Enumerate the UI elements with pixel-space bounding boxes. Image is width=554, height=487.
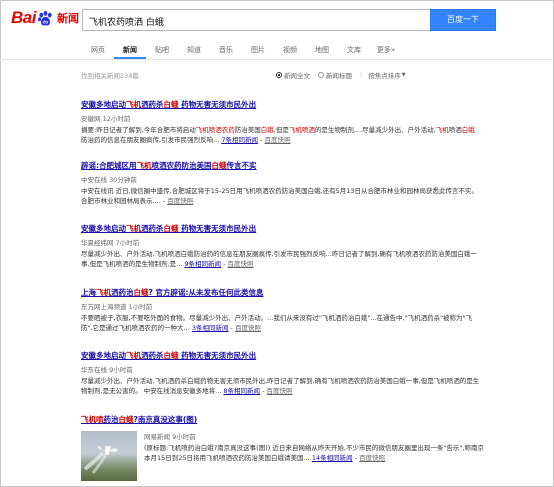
result-source: 东方网上海频道 1小时前 (81, 303, 153, 311)
result-abstract: 摘要:昨日记者了解到,今年合肥市将启动飞机喷洒农药防治美国白蛾,但是飞机喷洒的是… (81, 126, 475, 144)
tab-zhidao[interactable]: 知道 (178, 41, 210, 59)
news-result: 安徽多地启动飞机洒药杀白蛾 药物无害无须市民外出 华夏经纬网 7小时前 尽量减少… (81, 223, 481, 269)
same-news-link[interactable]: 3条相同新闻 (192, 324, 229, 332)
result-source: 华夏经纬网 7小时前 (81, 239, 140, 247)
logo-bai-text: Bai (11, 8, 36, 27)
svg-text:du: du (43, 19, 49, 24)
option-title[interactable]: 新闻标题 (318, 70, 352, 80)
option-full-text-label: 新闻全文 (284, 72, 310, 80)
tab-web[interactable]: 网页 (82, 41, 114, 59)
tab-images[interactable]: 图片 (242, 41, 274, 59)
result-abstract: 中安在线讯 近日,微信圈中盛传,合肥城区将于15-25日用飞机喷洒农药防治美国白… (81, 187, 479, 205)
snapshot-link[interactable]: 百度快照 (359, 454, 385, 462)
tab-wenku[interactable]: 文库 (338, 41, 370, 59)
result-abstract: (原标题:飞机喷药治白蛾?南京真没这事(图)) 近日来自网络从昨天开始,不少市民… (144, 444, 484, 462)
search-input[interactable]: 飞机农药喷洒 白蛾 (82, 9, 430, 31)
news-result: 安徽多地启动飞机洒药杀白蛾 药物无害无须市民外出 华东在线 9小时前 尽量减少外… (81, 350, 481, 396)
logo-news-text: 新闻 (56, 12, 79, 25)
news-result-title-row: 飞机喷药治白蛾?南京真没这事(图) (81, 414, 481, 425)
chevron-down-icon: ▼ (401, 72, 406, 78)
airplane-spraying-icon (83, 445, 120, 474)
snapshot-link[interactable]: 百度快照 (235, 324, 261, 332)
result-title-link[interactable]: 安徽多地启动飞机洒药杀白蛾 药物无害无须市民外出 (81, 99, 481, 110)
baidu-news-logo[interactable]: Bai du 新闻 (11, 7, 79, 29)
result-abstract: 尽量减少外出、户外活动,飞机洒药杀白蛾药物无害无须市民外出,昨日记者了解到,确有… (81, 377, 480, 395)
snapshot-link[interactable]: 百度快照 (267, 387, 293, 395)
result-title-link[interactable]: 辟谣:合肥城区用飞机喷洒农药防治美国白蛾传言不实 (81, 160, 481, 171)
result-source: 网易新闻 9小时前 (144, 433, 196, 441)
result-abstract: 不要晒被子,衣服,不要吃外面的食物。尽量减少外出、户外活动。...我们从来没有过… (81, 314, 473, 332)
tab-tieba[interactable]: 贴吧 (146, 41, 178, 59)
sort-dropdown[interactable]: 按焦点排序 ▼ (368, 70, 405, 80)
tab-music[interactable]: 音乐 (210, 41, 242, 59)
tab-more[interactable]: 更多» (370, 41, 402, 59)
news-result: 安徽多地启动飞机洒药杀白蛾 药物无害无须市民外出 安徽网 12小时前 摘要:昨日… (81, 99, 481, 145)
news-result-with-image: 网易新闻 9小时前 (原标题:飞机喷药治白蛾?南京真没这事(图)) 近日来自网络… (144, 431, 484, 463)
result-source: 安徽网 12小时前 (81, 115, 131, 123)
news-thumbnail-image[interactable] (81, 431, 137, 481)
same-news-link[interactable]: 14条相同新闻 (312, 454, 353, 462)
result-source: 中安在线 30分钟前 (81, 176, 137, 184)
result-title-link[interactable]: 上海飞机洒药治白蛾? 官方辟谣:从未发布任何此类信息 (81, 287, 481, 298)
news-result: 上海飞机洒药治白蛾? 官方辟谣:从未发布任何此类信息 东方网上海频道 1小时前 … (81, 287, 481, 333)
nav-divider (0, 59, 552, 60)
result-title-link[interactable]: 飞机喷药治白蛾?南京真没这事(图) (81, 414, 481, 425)
tab-map[interactable]: 地图 (306, 41, 338, 59)
news-result: 辟谣:合肥城区用飞机喷洒农药防治美国白蛾传言不实 中安在线 30分钟前 中安在线… (81, 160, 481, 206)
radio-icon (318, 72, 324, 78)
radio-selected-icon (276, 72, 282, 78)
same-news-link[interactable]: 8条相同新闻 (223, 387, 260, 395)
same-news-link[interactable]: 7条相同新闻 (221, 136, 258, 144)
sort-label: 按焦点排序 (368, 72, 401, 80)
result-count: 找到相关新闻234篇 (81, 72, 139, 80)
snapshot-link[interactable]: 百度快照 (228, 260, 254, 268)
tab-video[interactable]: 视频 (274, 41, 306, 59)
paw-icon: du (37, 10, 52, 25)
result-title-link[interactable]: 安徽多地启动飞机洒药杀白蛾 药物无害无须市民外出 (81, 223, 481, 234)
snapshot-link[interactable]: 百度快照 (167, 197, 193, 205)
result-source: 华东在线 9小时前 (81, 366, 133, 374)
snapshot-link[interactable]: 百度快照 (264, 136, 290, 144)
result-abstract: 尽量减少外出、户外活动,飞机喷洒白蛾防治药的信息在朋友圈疯传,引发市民强烈反响.… (81, 250, 477, 268)
option-full-text[interactable]: 新闻全文 (276, 70, 310, 80)
search-button[interactable]: 百度一下 (430, 9, 496, 31)
tab-news[interactable]: 新闻 (114, 41, 146, 59)
result-title-link[interactable]: 安徽多地启动飞机洒药杀白蛾 药物无害无须市民外出 (81, 350, 481, 361)
options-separator: | (360, 71, 363, 79)
nav-tabs: 网页 新闻 贴吧 知道 音乐 图片 视频 地图 文库 更多» (82, 41, 402, 59)
option-title-label: 新闻标题 (326, 72, 352, 80)
search-options: 新闻全文 新闻标题 | 按焦点排序 ▼ (276, 70, 414, 80)
same-news-link[interactable]: 9条相同新闻 (184, 260, 221, 268)
header: Bai du 新闻 飞机农药喷洒 白蛾 百度一下 (0, 0, 552, 39)
